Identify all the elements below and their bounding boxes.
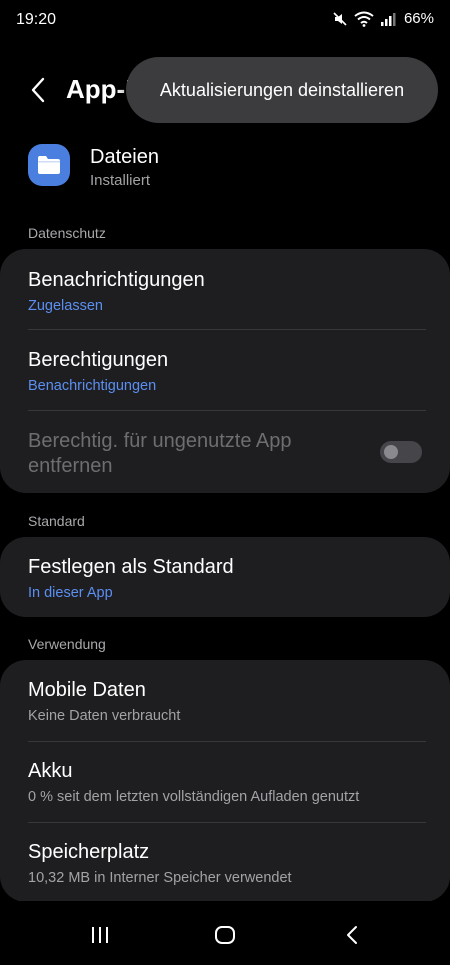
uninstall-updates-menu-item[interactable]: Aktualisierungen deinstallieren — [160, 80, 404, 101]
permissions-title: Berechtigungen — [28, 349, 169, 371]
home-icon — [215, 926, 235, 944]
status-bar: 19:20 66% — [0, 0, 450, 40]
mobile-data-subtitle: Keine Daten verbraucht — [28, 708, 181, 724]
wifi-icon — [354, 11, 374, 27]
notifications-subtitle: Zugelassen — [28, 298, 103, 314]
divider — [28, 329, 426, 330]
notifications-row[interactable]: Benachrichtigungen Zugelassen — [28, 269, 426, 314]
battery-level: 66% — [403, 10, 434, 27]
set-as-default-row[interactable]: Festlegen als Standard In dieser App — [28, 556, 426, 601]
recents-button[interactable] — [80, 919, 120, 951]
divider — [28, 741, 426, 742]
default-card: Festlegen als Standard In dieser App — [0, 537, 450, 617]
remove-unused-permissions-title: Berechtig. für ungenutzte App entfernen — [28, 430, 292, 477]
signal-icon — [380, 12, 396, 26]
permissions-row[interactable]: Berechtigungen Benachrichtigungen — [28, 349, 426, 394]
status-icons: 66% — [332, 10, 434, 27]
privacy-card: Benachrichtigungen Zugelassen Berechtigu… — [0, 249, 450, 493]
storage-row[interactable]: Speicherplatz 10,32 MB in Interner Speic… — [28, 841, 426, 886]
set-as-default-subtitle: In dieser App — [28, 585, 113, 601]
battery-row[interactable]: Akku 0 % seit dem letzten vollständigen … — [28, 760, 426, 805]
battery-title: Akku — [28, 760, 73, 782]
status-time: 19:20 — [16, 11, 57, 28]
battery-subtitle: 0 % seit dem letzten vollständigen Aufla… — [28, 789, 360, 805]
storage-subtitle: 10,32 MB in Interner Speicher verwendet — [28, 870, 292, 886]
section-label-usage: Verwendung — [28, 636, 106, 652]
mute-icon — [333, 11, 347, 26]
permissions-subtitle: Benachrichtigungen — [28, 378, 157, 394]
mobile-data-row[interactable]: Mobile Daten Keine Daten verbraucht — [28, 679, 426, 724]
back-button[interactable] — [22, 74, 54, 106]
usage-card: Mobile Daten Keine Daten verbraucht Akku… — [0, 660, 450, 902]
divider — [28, 822, 426, 823]
folder-icon — [28, 144, 70, 186]
mobile-data-title: Mobile Daten — [28, 679, 146, 701]
recents-icon — [92, 927, 108, 943]
app-info: Dateien Installiert — [28, 142, 428, 192]
navigation-bar — [0, 901, 450, 965]
back-icon — [347, 926, 357, 944]
section-label-privacy: Datenschutz — [28, 225, 106, 241]
divider — [28, 410, 426, 411]
nav-back-button[interactable] — [332, 919, 372, 951]
app-name: Dateien — [90, 146, 159, 168]
section-label-default: Standard — [28, 513, 85, 529]
remove-unused-permissions-row[interactable]: Berechtig. für ungenutzte App entfernen — [28, 429, 358, 479]
remove-unused-permissions-toggle[interactable] — [380, 441, 422, 463]
home-button[interactable] — [205, 919, 245, 951]
app-status: Installiert — [90, 172, 151, 189]
overflow-menu-popup: Aktualisierungen deinstallieren — [126, 57, 438, 123]
notifications-title: Benachrichtigungen — [28, 269, 205, 291]
toggle-knob — [384, 445, 398, 459]
storage-title: Speicherplatz — [28, 841, 150, 863]
chevron-left-icon — [31, 77, 45, 103]
set-as-default-title: Festlegen als Standard — [28, 556, 234, 578]
